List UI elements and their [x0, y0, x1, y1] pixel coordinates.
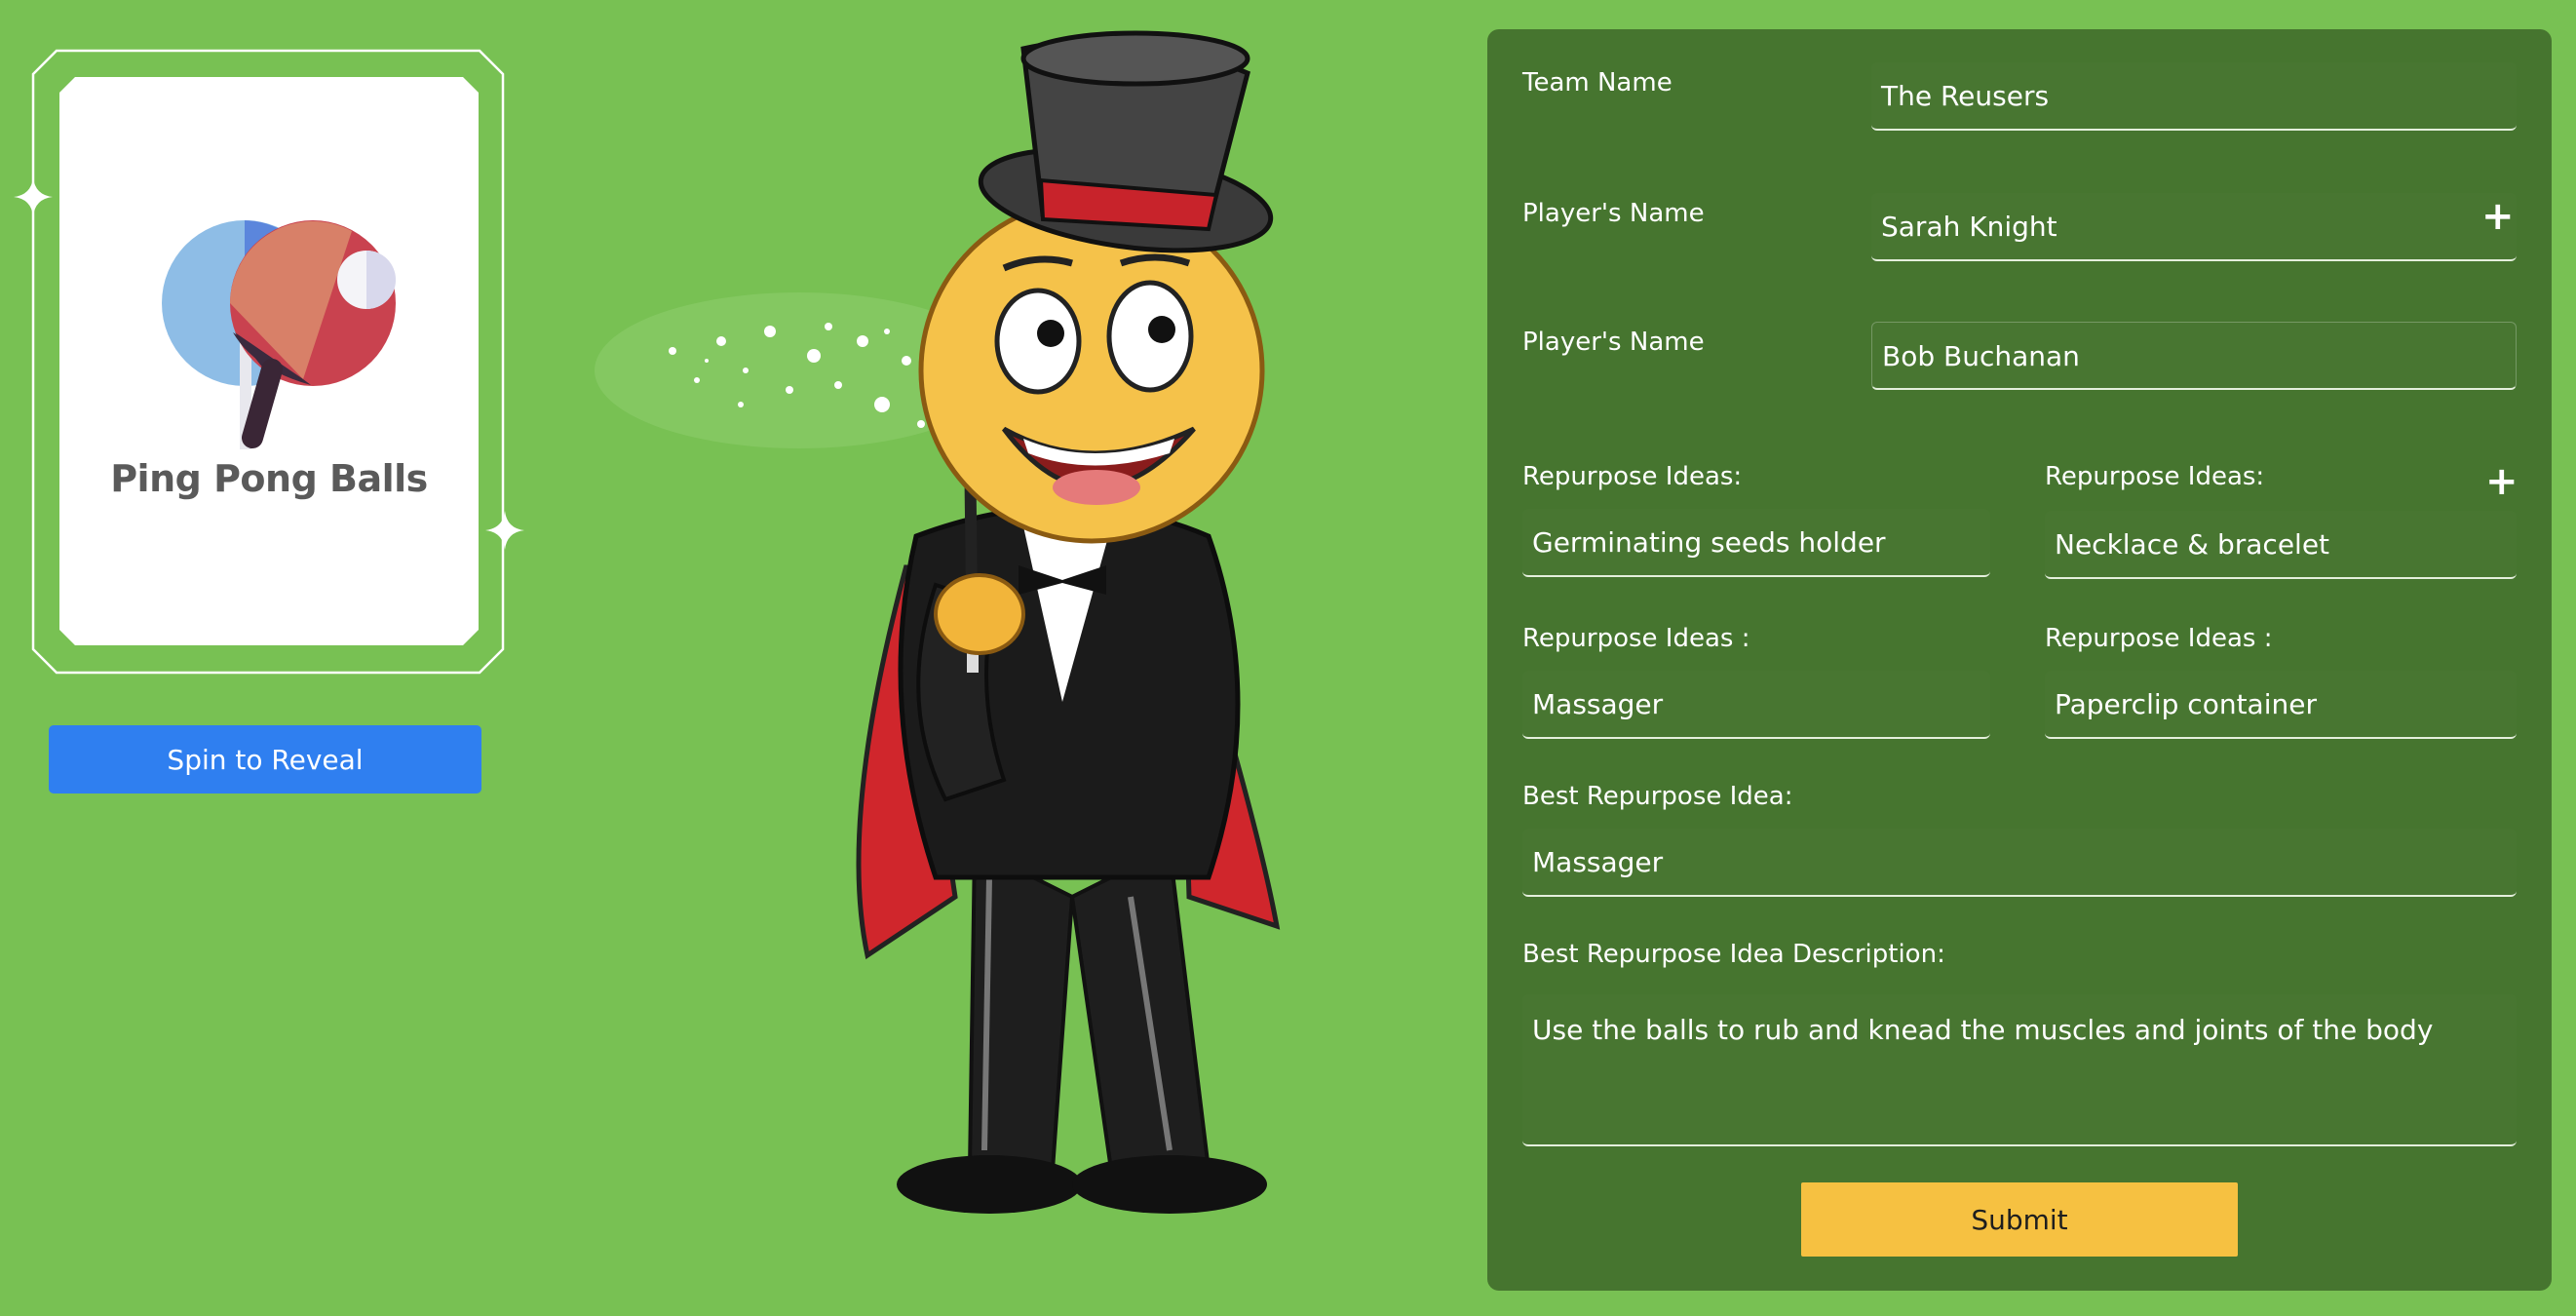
repurpose-idea-label: Repurpose Ideas:: [2045, 462, 2265, 491]
team-name-label: Team Name: [1522, 68, 1672, 97]
add-idea-icon[interactable]: +: [2485, 462, 2518, 501]
reveal-card: Ping Pong Balls: [59, 77, 479, 645]
repurpose-idea-label: Repurpose Ideas :: [2045, 624, 2273, 653]
player-name-label: Player's Name: [1522, 199, 1705, 228]
player-name-label: Player's Name: [1522, 328, 1705, 357]
repurpose-idea-input-4[interactable]: Paperclip container: [2045, 671, 2517, 739]
sparkle-icon: [485, 511, 524, 550]
repurpose-idea-input-3[interactable]: Massager: [1522, 671, 1990, 739]
spin-to-reveal-button[interactable]: Spin to Reveal: [49, 725, 481, 793]
repurpose-idea-input-1[interactable]: Germinating seeds holder: [1522, 509, 1990, 577]
player-name-input-1[interactable]: Sarah Knight: [1871, 193, 2517, 261]
best-idea-input[interactable]: Massager: [1522, 829, 2517, 897]
sparkle-icon: [14, 177, 53, 216]
player-name-input-2[interactable]: Bob Buchanan: [1871, 322, 2517, 390]
best-idea-description-textarea[interactable]: Use the balls to rub and knead the muscl…: [1522, 994, 2517, 1146]
best-idea-description-label: Best Repurpose Idea Description:: [1522, 940, 1945, 969]
repurpose-form: Team Name The Reusers Player's Name Sara…: [1487, 29, 2552, 1291]
add-player-icon[interactable]: +: [2481, 197, 2515, 236]
repurpose-idea-label: Repurpose Ideas :: [1522, 624, 1750, 653]
repurpose-idea-input-2[interactable]: Necklace & bracelet: [2045, 511, 2517, 579]
best-idea-label: Best Repurpose Idea:: [1522, 782, 1793, 811]
magician-illustration: [595, 30, 1281, 1214]
team-name-input[interactable]: The Reusers: [1871, 62, 2517, 131]
repurpose-idea-label: Repurpose Ideas:: [1522, 462, 1743, 491]
card-title: Ping Pong Balls: [110, 457, 428, 500]
submit-button[interactable]: Submit: [1801, 1182, 2238, 1257]
ping-pong-logo: [59, 77, 479, 457]
